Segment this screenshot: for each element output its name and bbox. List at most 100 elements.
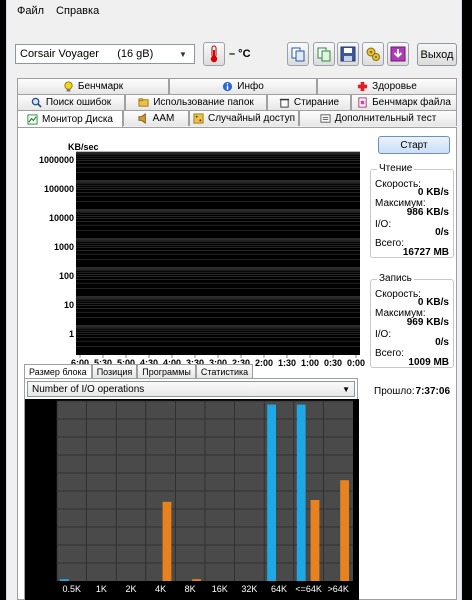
read-io-label: I/O: <box>375 219 392 230</box>
read-total-label: Всего: <box>375 238 404 249</box>
tab-file-benchmark[interactable]: Бенчмарк файла <box>351 94 457 110</box>
h-x-tick-label: 4K <box>155 584 167 594</box>
x-tick-label: 0:30 <box>323 358 343 368</box>
y-tick-label: 1000 <box>53 242 74 252</box>
tab-benchmark[interactable]: Бенчмарк <box>17 78 169 94</box>
h-x-tick-label: <=64K <box>295 584 322 594</box>
options-button[interactable] <box>362 42 384 66</box>
tab-random-access-label: Случайный доступ <box>208 113 295 124</box>
tab-row-3: Монитор Диска AAM Случайный доступ Допол… <box>17 110 457 127</box>
folder-icon <box>138 98 149 107</box>
menu-help[interactable]: Справка <box>50 2 105 20</box>
y-tick-label: 1000000 <box>38 155 74 165</box>
read-bar <box>296 404 306 581</box>
subtab-position[interactable]: Позиция <box>91 364 138 378</box>
h-y-tick-label: 80% <box>29 435 48 445</box>
drive-select[interactable]: Corsair Voyager (16 gB) ▼ <box>15 44 195 64</box>
y-tick-label: 100 <box>58 271 74 281</box>
y-tick-label: 100000 <box>43 184 74 194</box>
read-bar <box>267 404 276 581</box>
tab-benchmark-label: Бенчмарк <box>77 81 124 92</box>
tab-aam[interactable]: AAM <box>123 110 189 126</box>
gears-icon <box>366 47 380 61</box>
h-y-tick-label: 50% <box>29 489 48 499</box>
start-button[interactable]: Старт <box>378 136 450 154</box>
y-tick-label: 10000 <box>48 213 74 223</box>
elapsed-value: 7:37:06 <box>415 386 450 397</box>
tab-file-benchmark-label: Бенчмарк файла <box>372 97 451 108</box>
tab-erase[interactable]: Стирание <box>267 94 351 110</box>
toolbar: Corsair Voyager (16 gB) ▼ – °C Выход <box>7 40 461 72</box>
x-tick-label: 1:30 <box>277 358 297 368</box>
write-max-value: 969 KB/s <box>406 317 449 328</box>
subtab-statistics[interactable]: Статистика <box>195 364 254 378</box>
medical-cross-icon <box>358 81 368 92</box>
write-total-value: 1009 MB <box>408 357 449 368</box>
h-x-tick-label: 0.5K <box>62 584 82 594</box>
tab-info[interactable]: Инфо <box>169 78 317 94</box>
subtab-block-size[interactable]: Размер блока <box>24 364 92 378</box>
exit-button[interactable]: Выход <box>417 43 457 66</box>
read-speed-label: Скорость: <box>375 179 421 190</box>
h-y-tick-label: 20% <box>29 543 48 553</box>
tab-error-scan-label: Поиск ошибок <box>45 97 112 108</box>
menu-file[interactable]: Файл <box>11 2 50 20</box>
tab-disk-monitor[interactable]: Монитор Диска <box>17 110 123 127</box>
h-y-tick-label: 60% <box>29 471 48 481</box>
chevron-down-icon: ▼ <box>342 384 350 394</box>
tab-info-label: Инфо <box>237 81 264 92</box>
temperature-button[interactable] <box>203 42 225 66</box>
save-button[interactable] <box>337 42 359 66</box>
metric-select[interactable]: Number of I/O operations ▼ <box>27 381 355 397</box>
info-icon <box>223 81 233 92</box>
y-tick-label: 10 <box>63 300 74 310</box>
lightbulb-icon <box>64 81 73 92</box>
copy-green-icon <box>317 47 331 62</box>
temperature-value: – °C <box>229 48 251 60</box>
read-speed-value: 0 KB/s <box>417 187 449 198</box>
chevron-down-icon: ▼ <box>179 49 187 59</box>
tab-random-access[interactable]: Случайный доступ <box>189 110 299 126</box>
copy-info-button[interactable] <box>287 42 309 66</box>
trash-icon <box>279 98 289 108</box>
histogram-tabs: Размер блока Позиция Программы Статистик… <box>24 364 254 378</box>
read-bar <box>60 579 69 581</box>
h-x-tick-label: >64K <box>327 584 349 594</box>
download-button[interactable] <box>387 42 409 66</box>
tab-error-scan[interactable]: Поиск ошибок <box>17 94 125 110</box>
write-speed-label: Скорость: <box>375 289 421 300</box>
h-y-tick-label: 90% <box>29 417 48 427</box>
histogram-plot <box>25 399 359 600</box>
copy-icon <box>291 47 305 62</box>
tab-folder-usage[interactable]: Использование папок <box>125 94 267 110</box>
write-bar <box>310 500 320 581</box>
h-x-tick-label: 32K <box>241 584 258 594</box>
h-x-tick-label: 16K <box>211 584 228 594</box>
tab-aam-label: AAM <box>152 113 175 124</box>
download-arrow-icon <box>390 46 406 62</box>
extra-tests-icon <box>320 114 331 123</box>
chart-icon <box>27 113 38 125</box>
write-io-value: 0/s <box>435 337 449 348</box>
x-tick-label: 1:00 <box>300 358 320 368</box>
tab-health-label: Здоровье <box>372 81 417 92</box>
h-x-tick-label: 1K <box>95 584 107 594</box>
write-group: Запись Скорость: 0 KB/s Максимум: 969 KB… <box>370 273 454 368</box>
write-bar <box>162 501 172 581</box>
write-io-label: I/O: <box>375 329 392 340</box>
speaker-icon <box>138 113 146 124</box>
tab-health[interactable]: Здоровье <box>317 78 457 94</box>
tab-row-2: Поиск ошибок Использование папок Стирани… <box>17 94 457 110</box>
h-y-tick-label: 100% <box>29 399 53 409</box>
block-size-panel: Number of I/O operations ▼ 100% 90% 80% 70%… <box>24 378 359 600</box>
x-tick-label: 0:00 <box>346 358 366 368</box>
h-y-tick-label: 70% <box>29 453 48 463</box>
write-title: Запись <box>377 273 414 284</box>
subtab-programs[interactable]: Программы <box>137 364 196 378</box>
copy-all-button[interactable] <box>313 42 335 66</box>
elapsed-label: Прошло: <box>374 386 415 397</box>
y-tick-label: 1 <box>68 329 74 339</box>
h-y-tick-label: 40% <box>29 507 48 517</box>
tab-extra-tests[interactable]: Дополнительный тест <box>299 110 457 126</box>
menu-bar: Файл Справка <box>7 0 461 22</box>
